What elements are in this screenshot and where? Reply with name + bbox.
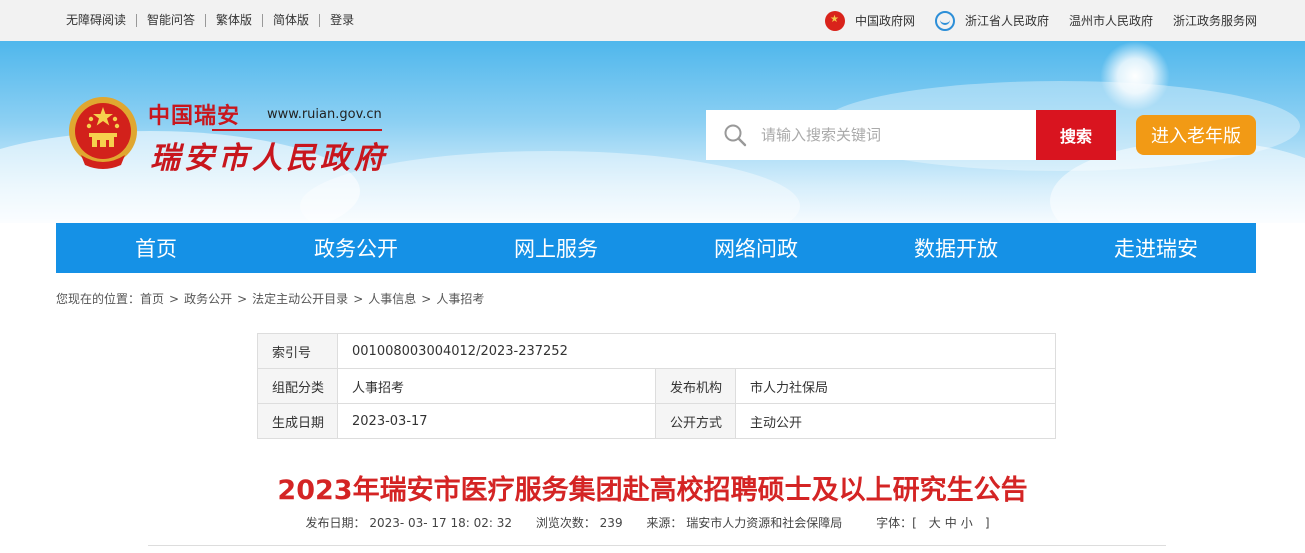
search-icon xyxy=(724,124,747,147)
search-box xyxy=(706,110,1036,160)
national-emblem-logo-icon[interactable] xyxy=(67,95,139,171)
view-count: 浏览次数： 239 xyxy=(535,516,623,530)
table-row: 组配分类 人事招考 发布机构 市人力社保局 xyxy=(257,368,1056,404)
document-info-table: 索引号 001008003004012/2023-237252 组配分类 人事招… xyxy=(257,333,1056,439)
nav-item-home[interactable]: 首页 xyxy=(56,223,256,273)
breadcrumb-personnel-recruitment[interactable]: 人事招考 xyxy=(436,290,484,307)
simplified-chinese-link[interactable]: 简体版 xyxy=(263,14,321,27)
zhejiang-service-link[interactable]: 浙江政务服务网 xyxy=(1173,12,1257,29)
china-gov-label: 中国政府网 xyxy=(854,14,915,28)
category-label: 组配分类 xyxy=(257,368,338,404)
top-utility-bar: 无障碍阅读 智能问答 繁体版 简体版 登录 中国政府网 浙江省人民政府 温州市人… xyxy=(0,0,1305,41)
china-gov-link[interactable]: 中国政府网 xyxy=(824,10,915,31)
article-meta: 发布日期： 2023- 03- 17 18: 02: 32 浏览次数： 239 … xyxy=(0,514,1305,531)
date-value: 2023-03-17 xyxy=(337,403,656,439)
nav-item-open-data[interactable]: 数据开放 xyxy=(856,223,1056,273)
logo-divider xyxy=(212,129,382,131)
breadcrumb-home[interactable]: 首页 xyxy=(140,290,164,307)
date-label: 生成日期 xyxy=(257,403,338,439)
method-label: 公开方式 xyxy=(655,403,736,439)
gov-site-links: 中国政府网 浙江省人民政府 温州市人民政府 浙江政务服务网 xyxy=(805,0,1257,41)
accessibility-links: 无障碍阅读 智能问答 繁体版 简体版 登录 xyxy=(56,0,364,41)
table-row: 生成日期 2023-03-17 公开方式 主动公开 xyxy=(257,403,1056,439)
zhejiang-gov-link[interactable]: 浙江省人民政府 xyxy=(934,10,1049,31)
font-small-button[interactable]: 小 xyxy=(961,516,973,530)
site-url: www.ruian.gov.cn xyxy=(267,107,382,122)
font-size-label: 字体：[ xyxy=(876,516,917,530)
breadcrumb-separator: > xyxy=(421,291,432,306)
accessible-reading-link[interactable]: 无障碍阅读 xyxy=(56,14,138,27)
content-divider xyxy=(148,545,1166,546)
nav-item-about-ruian[interactable]: 走进瑞安 xyxy=(1056,223,1256,273)
publish-date: 发布日期： 2023- 03- 17 18: 02: 32 xyxy=(305,516,513,530)
login-link[interactable]: 登录 xyxy=(320,14,364,27)
breadcrumb-gov-affairs[interactable]: 政务公开 xyxy=(184,290,232,307)
wenzhou-gov-link[interactable]: 温州市人民政府 xyxy=(1069,12,1153,29)
index-value: 001008003004012/2023-237252 xyxy=(337,333,1056,369)
method-value: 主动公开 xyxy=(735,403,1056,439)
breadcrumb-disclosure-catalog[interactable]: 法定主动公开目录 xyxy=(252,290,348,307)
sun-glow xyxy=(1100,41,1170,111)
article-title: 2023年瑞安市医疗服务集团赴高校招聘硕士及以上研究生公告 xyxy=(277,475,1028,506)
breadcrumb-separator: > xyxy=(353,291,364,306)
publisher-label: 发布机构 xyxy=(655,368,736,404)
nav-item-online-services[interactable]: 网上服务 xyxy=(456,223,656,273)
font-size-close: ] xyxy=(984,516,990,530)
breadcrumb-separator: > xyxy=(237,291,248,306)
search-button[interactable]: 搜索 xyxy=(1036,110,1116,160)
zhejiang-gov-label: 浙江省人民政府 xyxy=(964,14,1049,28)
publisher-value: 市人力社保局 xyxy=(735,368,1056,404)
nav-item-gov-affairs[interactable]: 政务公开 xyxy=(256,223,456,273)
elder-version-button[interactable]: 进入老年版 xyxy=(1136,115,1256,155)
nav-item-online-inquiry[interactable]: 网络问政 xyxy=(656,223,856,273)
national-emblem-icon xyxy=(824,10,845,31)
font-medium-button[interactable]: 中 xyxy=(945,516,957,530)
zhejiang-gov-icon xyxy=(934,10,955,31)
table-row: 索引号 001008003004012/2023-237252 xyxy=(257,333,1056,369)
breadcrumb: 您现在的位置： 首页 > 政务公开 > 法定主动公开目录 > 人事信息 > 人事… xyxy=(56,290,484,307)
main-nav: 首页 政务公开 网上服务 网络问政 数据开放 走进瑞安 xyxy=(56,223,1256,273)
index-label: 索引号 xyxy=(257,333,338,369)
font-size-control: 字体：[ 大中小] xyxy=(866,516,999,530)
breadcrumb-prefix: 您现在的位置： xyxy=(56,292,141,306)
site-title-small: 中国瑞安 xyxy=(148,103,241,129)
breadcrumb-personnel-info[interactable]: 人事信息 xyxy=(368,290,416,307)
search-input[interactable] xyxy=(761,126,1021,144)
smart-qa-link[interactable]: 智能问答 xyxy=(137,14,207,27)
breadcrumb-separator: > xyxy=(169,291,180,306)
site-title-main: 瑞安市人民政府 xyxy=(150,141,388,176)
font-large-button[interactable]: 大 xyxy=(929,516,941,530)
category-value: 人事招考 xyxy=(337,368,656,404)
article-source: 来源： 瑞安市人力资源和社会保障局 xyxy=(646,516,843,530)
traditional-chinese-link[interactable]: 繁体版 xyxy=(206,14,264,27)
